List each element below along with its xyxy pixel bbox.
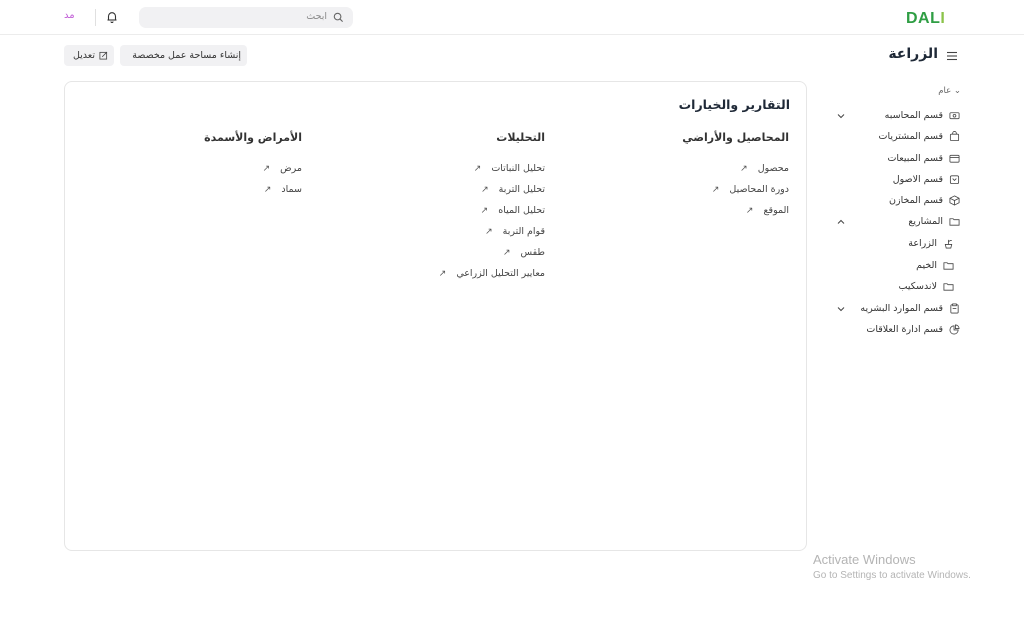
arrow-up-left-icon: ↗ <box>485 226 493 237</box>
sidebar-section-general[interactable]: ⌄ عام <box>938 86 961 96</box>
top-bar: DALI ابحث مد <box>0 0 1024 35</box>
report-link[interactable]: تحليل النباتات ↗ <box>345 158 545 179</box>
sidebar-item-assets[interactable]: قسم الاصول <box>820 170 960 188</box>
card-title: التقارير والخيارات <box>678 97 790 112</box>
report-link[interactable]: قوام التربة ↗ <box>345 221 545 242</box>
column-heading: الأمراض والأسمدة <box>204 131 302 144</box>
arrow-up-left-icon: ↗ <box>473 163 482 174</box>
report-link[interactable]: طقس ↗ <box>345 242 545 263</box>
folder-icon <box>943 282 954 291</box>
column-analytics: التحليلات تحليل النباتات ↗ تحليل التربة ↗ … <box>345 130 545 284</box>
report-link[interactable]: معايير التحليل الزراعي ↗ <box>345 263 545 284</box>
plant-icon <box>944 239 953 248</box>
arrow-up-left-icon: ↗ <box>711 184 720 195</box>
report-link[interactable]: مرض ↗ <box>102 158 302 179</box>
sidebar-item-sales[interactable]: قسم المبيعات <box>820 149 960 167</box>
edit-button[interactable]: تعديل <box>64 45 114 66</box>
arrow-up-left-icon: ↗ <box>262 163 271 174</box>
card-icon <box>949 154 960 163</box>
arrow-up-left-icon: ↗ <box>481 184 489 195</box>
arrow-up-left-icon: ↗ <box>263 184 272 195</box>
sidebar-item-agriculture[interactable]: الزراعة <box>844 234 954 252</box>
arrow-up-left-icon: ↗ <box>438 268 447 279</box>
search-icon <box>333 12 344 23</box>
clipboard-icon <box>950 303 959 313</box>
reports-card: التقارير والخيارات المحاصيل والأراضي محص… <box>64 81 807 551</box>
sidebar-item-landscape[interactable]: لاندسكيب <box>844 277 954 295</box>
column-diseases-fertilizers: الأمراض والأسمدة مرض ↗ سماد ↗ <box>102 130 302 200</box>
menu-icon[interactable] <box>946 50 958 62</box>
chevron-up-icon[interactable] <box>836 217 846 227</box>
column-heading: المحاصيل والأراضي <box>682 131 789 144</box>
bag-icon <box>949 130 960 141</box>
arrow-up-left-icon: ↗ <box>480 205 489 216</box>
sidebar-item-purchases[interactable]: قسم المشتريات <box>820 127 960 145</box>
edit-icon <box>99 51 108 60</box>
sidebar-item-tents[interactable]: الخيم <box>844 256 954 274</box>
search-input[interactable]: ابحث <box>139 7 353 28</box>
search-placeholder: ابحث <box>306 11 327 22</box>
avatar[interactable]: مد <box>64 10 75 21</box>
sidebar-item-warehouses[interactable]: قسم المخازن <box>820 191 960 209</box>
report-link[interactable]: سماد ↗ <box>102 179 302 200</box>
bell-icon[interactable] <box>105 10 119 24</box>
dali-logo[interactable]: DALI <box>906 10 945 28</box>
report-link[interactable]: محصول ↗ <box>589 158 789 179</box>
activate-windows-subtitle: Go to Settings to activate Windows. <box>813 570 971 581</box>
cash-icon <box>949 111 960 119</box>
arrow-up-left-icon: ↗ <box>502 247 511 258</box>
folder-icon <box>949 217 960 226</box>
folder-icon <box>943 261 954 270</box>
chevron-down-icon[interactable] <box>836 111 846 121</box>
box-icon <box>949 174 960 184</box>
column-heading: التحليلات <box>496 131 545 144</box>
pie-icon <box>949 324 960 334</box>
arrow-up-left-icon: ↗ <box>745 205 754 216</box>
activate-windows-title: Activate Windows <box>813 552 916 567</box>
report-link[interactable]: تحليل المياه ↗ <box>345 200 545 221</box>
report-link[interactable]: تحليل التربة ↗ <box>345 179 545 200</box>
report-link[interactable]: الموقع ↗ <box>589 200 789 221</box>
cube-icon <box>949 194 960 206</box>
page-title: الزراعة <box>888 46 938 62</box>
header-divider <box>95 9 96 26</box>
create-workspace-button[interactable]: إنشاء مساحة عمل مخصصة <box>120 45 247 66</box>
column-crops-lands: المحاصيل والأراضي محصول ↗ دورة المحاصيل ↗ … <box>589 130 789 221</box>
chevron-down-icon[interactable] <box>836 304 846 314</box>
arrow-up-left-icon: ↗ <box>740 163 748 174</box>
report-link[interactable]: دورة المحاصيل ↗ <box>589 179 789 200</box>
chevron-down-icon: ⌄ <box>953 86 961 96</box>
sidebar-item-crm[interactable]: قسم ادارة العلاقات <box>820 320 960 338</box>
